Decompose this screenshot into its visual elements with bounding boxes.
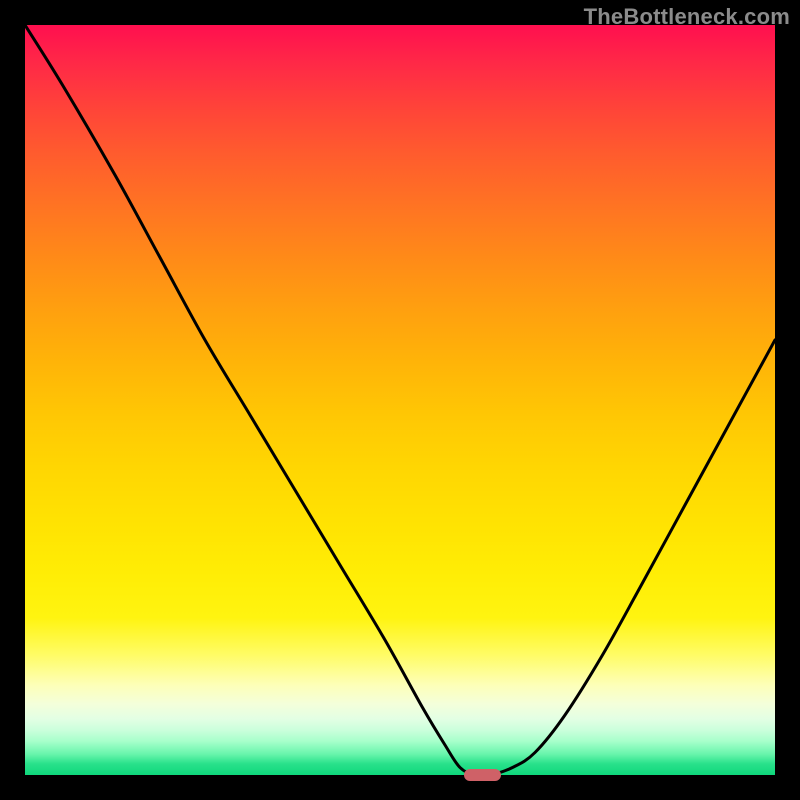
plot-area — [25, 25, 775, 775]
chart-container: TheBottleneck.com — [0, 0, 800, 800]
valley-marker — [464, 769, 502, 780]
curve-path — [25, 25, 775, 775]
bottleneck-curve — [25, 25, 775, 775]
